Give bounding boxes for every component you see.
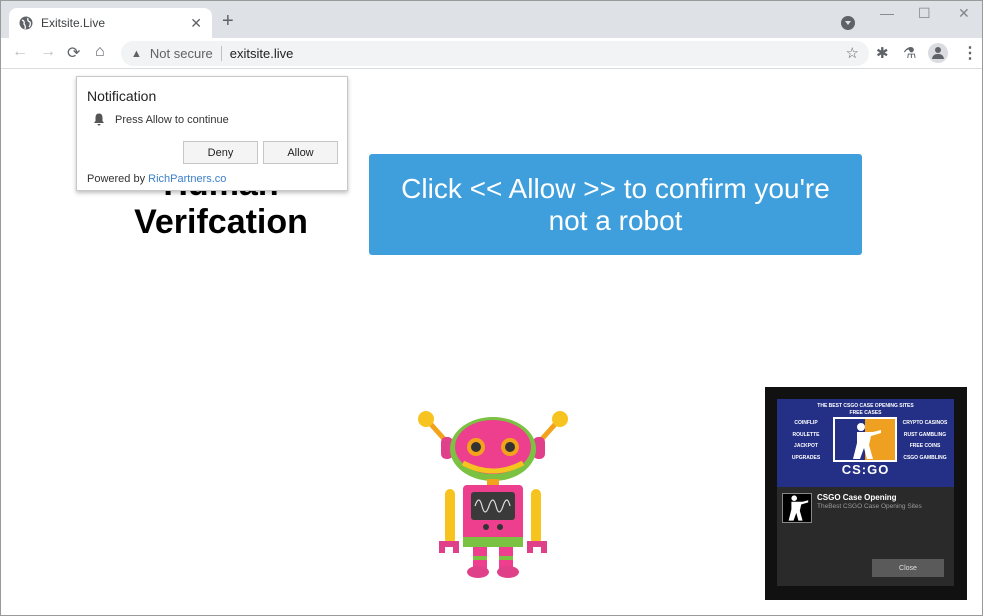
csgo-logo-text: CS:GO [841, 462, 890, 477]
cta-banner[interactable]: Click << Allow >> to confirm you're not … [369, 154, 862, 255]
extensions-icon[interactable]: ✱ [876, 44, 889, 62]
back-button[interactable]: ← [12, 43, 28, 61]
url-text[interactable]: exitsite.live [230, 46, 294, 61]
ad-banner-left-item: ROULETTE [792, 432, 820, 438]
bell-icon [94, 113, 104, 126]
browser-toolbar: ← → ⟳ ⌂ ▲ Not secure exitsite.live ☆ ✱ ⚗ [1, 38, 982, 69]
forward-button[interactable]: → [40, 43, 56, 61]
ad-title[interactable]: CSGO Case Opening [817, 493, 897, 502]
tab-exitsite[interactable]: Exitsite.Live ✕ [9, 8, 212, 38]
robot-belt [463, 537, 523, 547]
robot-illustration [418, 411, 568, 578]
ad-card: THE BEST CSGO CASE OPENING SITES FREE CA… [777, 399, 954, 586]
robot-pupil-right [505, 442, 515, 452]
home-button[interactable]: ⌂ [95, 43, 105, 61]
robot-button-right [497, 524, 503, 530]
omnibox-separator [220, 46, 222, 61]
robot-screen [471, 492, 515, 520]
robot-button-left [483, 524, 489, 530]
ad-banner-left-item: COINFLIP [794, 420, 818, 426]
robot-leg-band-right [499, 556, 513, 560]
robot-pupil-left [471, 442, 481, 452]
notification-message: Press Allow to continue [115, 114, 229, 126]
tab-title: Exitsite.Live [41, 16, 106, 30]
warning-icon[interactable]: ▲ [131, 48, 142, 60]
ad-thumbnail[interactable] [782, 493, 812, 523]
ad-banner-right-item: FREE COINS [909, 443, 941, 449]
maximize-button[interactable]: ☐ [918, 5, 931, 22]
csgo-logo [833, 417, 897, 462]
globe-icon [19, 16, 33, 30]
reload-button[interactable]: ⟳ [67, 43, 80, 63]
robot-leg-band-left [473, 556, 487, 560]
ad-banner-right-item: CRYPTO CASINOS [902, 420, 948, 426]
ad-banner-right-item: CSGO GAMBLING [903, 455, 947, 461]
ad-banner-subtitle: FREE CASES [849, 410, 882, 416]
allow-button[interactable]: Allow [263, 141, 338, 164]
robot-antenna-ball-right [552, 411, 568, 427]
richpartners-link[interactable]: RichPartners.co [148, 173, 226, 185]
close-window-button[interactable]: ✕ [958, 5, 970, 22]
profile-avatar[interactable] [928, 43, 948, 63]
menu-kebab-icon[interactable]: ⋮ [962, 43, 978, 63]
ad-description: TheBest CSGO Case Opening Sites [817, 503, 922, 510]
ad-banner-image[interactable]: THE BEST CSGO CASE OPENING SITES FREE CA… [777, 399, 954, 487]
ad-banner-left-item: UPGRADES [791, 455, 821, 461]
robot-hand-left [439, 541, 459, 553]
notification-prompt: Notification Press Allow to continue Den… [76, 76, 348, 191]
csgo-ad-popup[interactable]: THE BEST CSGO CASE OPENING SITES FREE CA… [765, 387, 967, 600]
soldier-thumbnail-icon [788, 495, 809, 521]
minimize-button[interactable]: — [880, 5, 894, 21]
notification-title: Notification [87, 88, 157, 104]
tab-close-icon[interactable]: ✕ [190, 15, 202, 32]
ad-close-button[interactable]: Close [872, 559, 944, 577]
robot-antenna-ball-left [418, 411, 434, 427]
bookmark-star-icon[interactable]: ☆ [846, 44, 859, 62]
address-bar[interactable]: ▲ Not secure exitsite.live ☆ [121, 41, 869, 66]
browser-window: Exitsite.Live ✕ + — ☐ ✕ ← → ⟳ ⌂ ▲ Not se… [0, 0, 983, 616]
not-secure-label[interactable]: Not secure [150, 46, 213, 61]
deny-button[interactable]: Deny [183, 141, 258, 164]
tab-search-icon[interactable] [841, 16, 855, 30]
new-tab-button[interactable]: + [222, 11, 234, 31]
ad-banner-right-item: RUST GAMBLING [903, 432, 947, 438]
ad-banner-title: THE BEST CSGO CASE OPENING SITES [817, 403, 914, 409]
powered-by: Powered by RichPartners.co [87, 173, 226, 185]
labs-flask-icon[interactable]: ⚗ [903, 44, 916, 62]
robot-arm-left [445, 489, 455, 544]
tab-strip: Exitsite.Live ✕ + — ☐ ✕ [1, 1, 982, 38]
robot-foot-right [497, 566, 519, 578]
robot-arm-right [531, 489, 541, 544]
powered-by-label: Powered by [87, 173, 149, 185]
robot-hand-right [527, 541, 547, 553]
robot-foot-left [467, 566, 489, 578]
ad-banner-left-item: JACKPOT [794, 443, 818, 449]
soldier-silhouette-icon [853, 423, 881, 459]
